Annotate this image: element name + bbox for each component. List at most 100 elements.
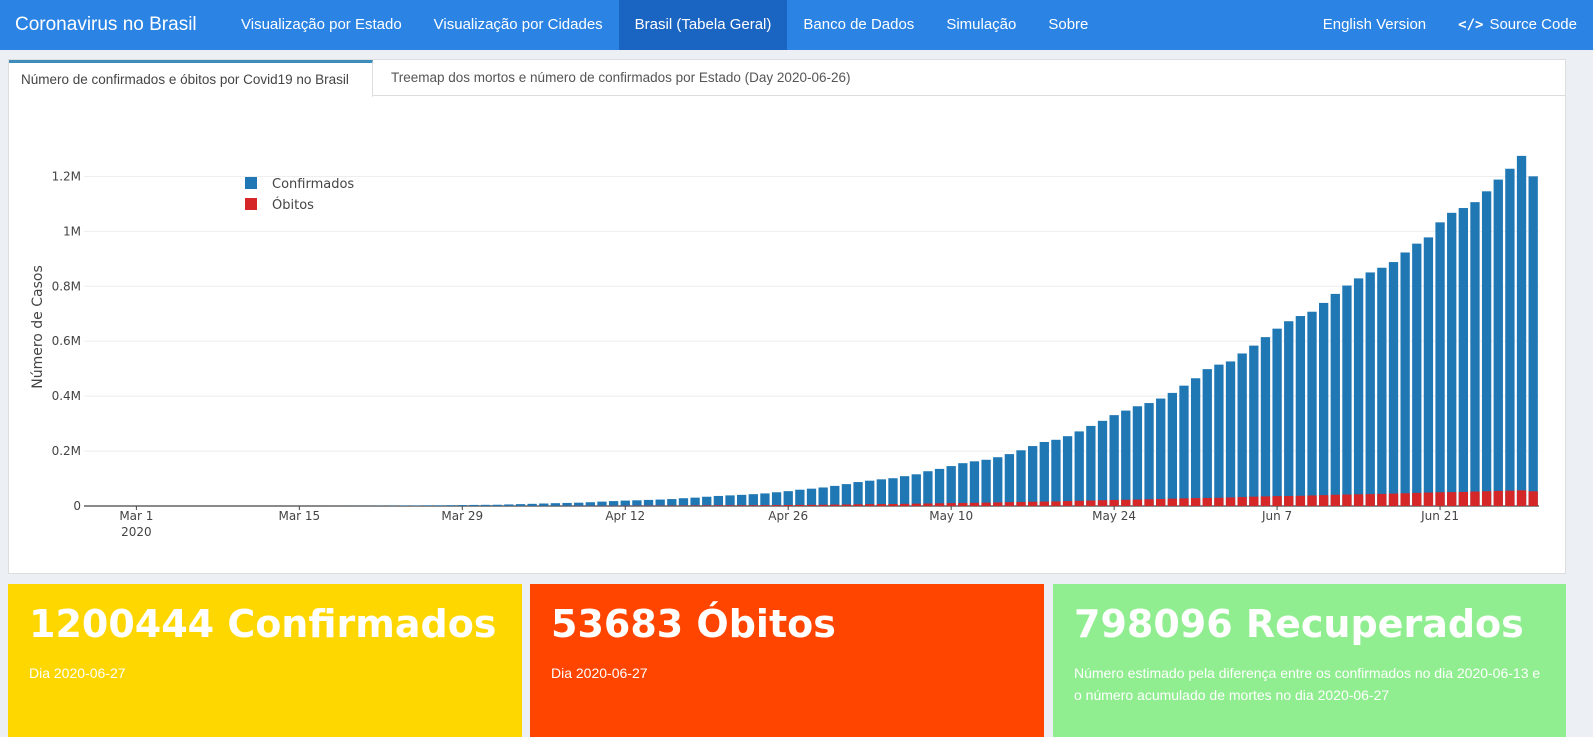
bar-confirmados[interactable] [1062, 436, 1073, 506]
bar-confirmados[interactable] [1179, 385, 1189, 506]
bar-obitos[interactable] [981, 502, 991, 506]
bar-obitos[interactable] [1319, 495, 1329, 506]
bar-confirmados[interactable] [1353, 278, 1364, 506]
bar-confirmados[interactable] [1447, 212, 1457, 506]
bar-confirmados[interactable] [1225, 361, 1236, 506]
bar-obitos[interactable] [1481, 491, 1492, 506]
bar-confirmados[interactable] [853, 482, 863, 506]
bar-confirmados[interactable] [876, 479, 886, 506]
bar-obitos[interactable] [760, 505, 770, 506]
nav-cidades[interactable]: Visualização por Cidades [418, 0, 619, 50]
bar-confirmados[interactable] [1342, 285, 1352, 506]
bar-confirmados[interactable] [655, 499, 665, 506]
tab-confirmados-obitos[interactable]: Número de confirmados e óbitos por Covid… [9, 60, 373, 97]
bar-obitos[interactable] [1190, 498, 1201, 506]
bar-confirmados[interactable] [1109, 415, 1119, 506]
bar-confirmados[interactable] [1412, 243, 1422, 506]
bar-confirmados[interactable] [1493, 179, 1503, 506]
bar-obitos[interactable] [958, 502, 968, 506]
bar-obitos[interactable] [1086, 500, 1096, 506]
bar-confirmados[interactable] [841, 484, 852, 506]
bar-confirmados[interactable] [888, 478, 898, 506]
bar-confirmados[interactable] [678, 498, 689, 506]
bar-confirmados[interactable] [1028, 446, 1038, 506]
bar-obitos[interactable] [1435, 492, 1445, 506]
bar-confirmados[interactable] [1132, 406, 1143, 506]
bar-confirmados[interactable] [1284, 321, 1294, 506]
nav-sobre[interactable]: Sobre [1032, 0, 1104, 50]
bar-confirmados[interactable] [1330, 293, 1340, 506]
bar-confirmados[interactable] [818, 487, 828, 506]
bar-confirmados[interactable] [946, 466, 956, 506]
bar-confirmados[interactable] [1167, 392, 1177, 506]
bar-obitos[interactable] [969, 502, 980, 506]
bar-confirmados[interactable] [1190, 378, 1201, 506]
covid-bar-chart[interactable]: 00.2M0.4M0.6M0.8M1M1.2M Mar 12020Mar 15 M… [9, 97, 1565, 574]
bar-obitos[interactable] [1074, 500, 1084, 506]
bar-obitos[interactable] [1214, 497, 1224, 506]
bar-obitos[interactable] [1144, 499, 1154, 506]
bar-obitos[interactable] [1412, 492, 1422, 506]
bar-confirmados[interactable] [865, 480, 875, 506]
bar-obitos[interactable] [783, 504, 793, 506]
bar-confirmados[interactable] [446, 505, 456, 506]
bar-obitos[interactable] [830, 504, 840, 506]
bar-confirmados[interactable] [585, 502, 595, 506]
chart-legend[interactable]: Confirmados Óbitos [245, 177, 354, 213]
bar-obitos[interactable] [934, 503, 945, 506]
bar-confirmados[interactable] [411, 505, 421, 506]
bar-confirmados[interactable] [725, 495, 735, 506]
bar-confirmados[interactable] [1388, 262, 1399, 506]
bar-obitos[interactable] [1365, 494, 1375, 506]
bar-confirmados[interactable] [1074, 431, 1084, 506]
bar-confirmados[interactable] [1307, 311, 1317, 506]
bar-confirmados[interactable] [1516, 155, 1527, 506]
bar-confirmados[interactable] [1400, 252, 1410, 506]
bar-obitos[interactable] [713, 505, 724, 506]
bar-obitos[interactable] [795, 504, 805, 506]
bar-confirmados[interactable] [934, 468, 945, 506]
nav-banco-de-dados[interactable]: Banco de Dados [787, 0, 930, 50]
bar-obitos[interactable] [1377, 493, 1387, 506]
bar-obitos[interactable] [806, 504, 817, 506]
bar-obitos[interactable] [1167, 498, 1177, 506]
bar-obitos[interactable] [748, 505, 758, 506]
bar-confirmados[interactable] [1214, 364, 1224, 506]
bar-obitos[interactable] [841, 504, 852, 506]
bar-confirmados[interactable] [574, 502, 584, 506]
bar-confirmados[interactable] [795, 489, 805, 506]
bar-obitos[interactable] [1505, 490, 1515, 506]
bar-obitos[interactable] [1493, 490, 1503, 506]
bar-confirmados[interactable] [1156, 398, 1166, 506]
bar-obitos[interactable] [1237, 497, 1247, 506]
bar-confirmados[interactable] [527, 503, 537, 506]
nav-simulacao[interactable]: Simulação [930, 0, 1032, 50]
nav-tabela-geral[interactable]: Brasil (Tabela Geral) [618, 0, 788, 50]
bar-obitos[interactable] [1097, 500, 1108, 506]
bar-confirmados[interactable] [1319, 302, 1329, 506]
bar-obitos[interactable] [1353, 494, 1364, 506]
bar-confirmados[interactable] [1505, 168, 1515, 506]
bar-confirmados[interactable] [958, 463, 968, 506]
bar-confirmados[interactable] [457, 505, 467, 506]
bar-confirmados[interactable] [1470, 202, 1480, 507]
bar-obitos[interactable] [993, 502, 1003, 506]
bar-confirmados[interactable] [1039, 441, 1049, 506]
bar-confirmados[interactable] [760, 493, 770, 506]
bar-confirmados[interactable] [690, 497, 700, 506]
bar-obitos[interactable] [1109, 499, 1119, 506]
bar-obitos[interactable] [702, 505, 712, 506]
bar-confirmados[interactable] [620, 500, 630, 506]
bar-confirmados[interactable] [1004, 454, 1015, 506]
bar-confirmados[interactable] [1295, 316, 1306, 506]
bar-confirmados[interactable] [1458, 208, 1468, 507]
bar-confirmados[interactable] [1237, 353, 1247, 506]
bar-confirmados[interactable] [1121, 410, 1131, 506]
bar-obitos[interactable] [771, 505, 782, 506]
bar-obitos[interactable] [1516, 490, 1527, 506]
navbar-brand[interactable]: Coronavirus no Brasil [0, 14, 225, 36]
bar-obitos[interactable] [1295, 495, 1306, 506]
bar-obitos[interactable] [1260, 496, 1271, 506]
bar-obitos[interactable] [1062, 501, 1073, 506]
bar-obitos[interactable] [946, 503, 956, 506]
